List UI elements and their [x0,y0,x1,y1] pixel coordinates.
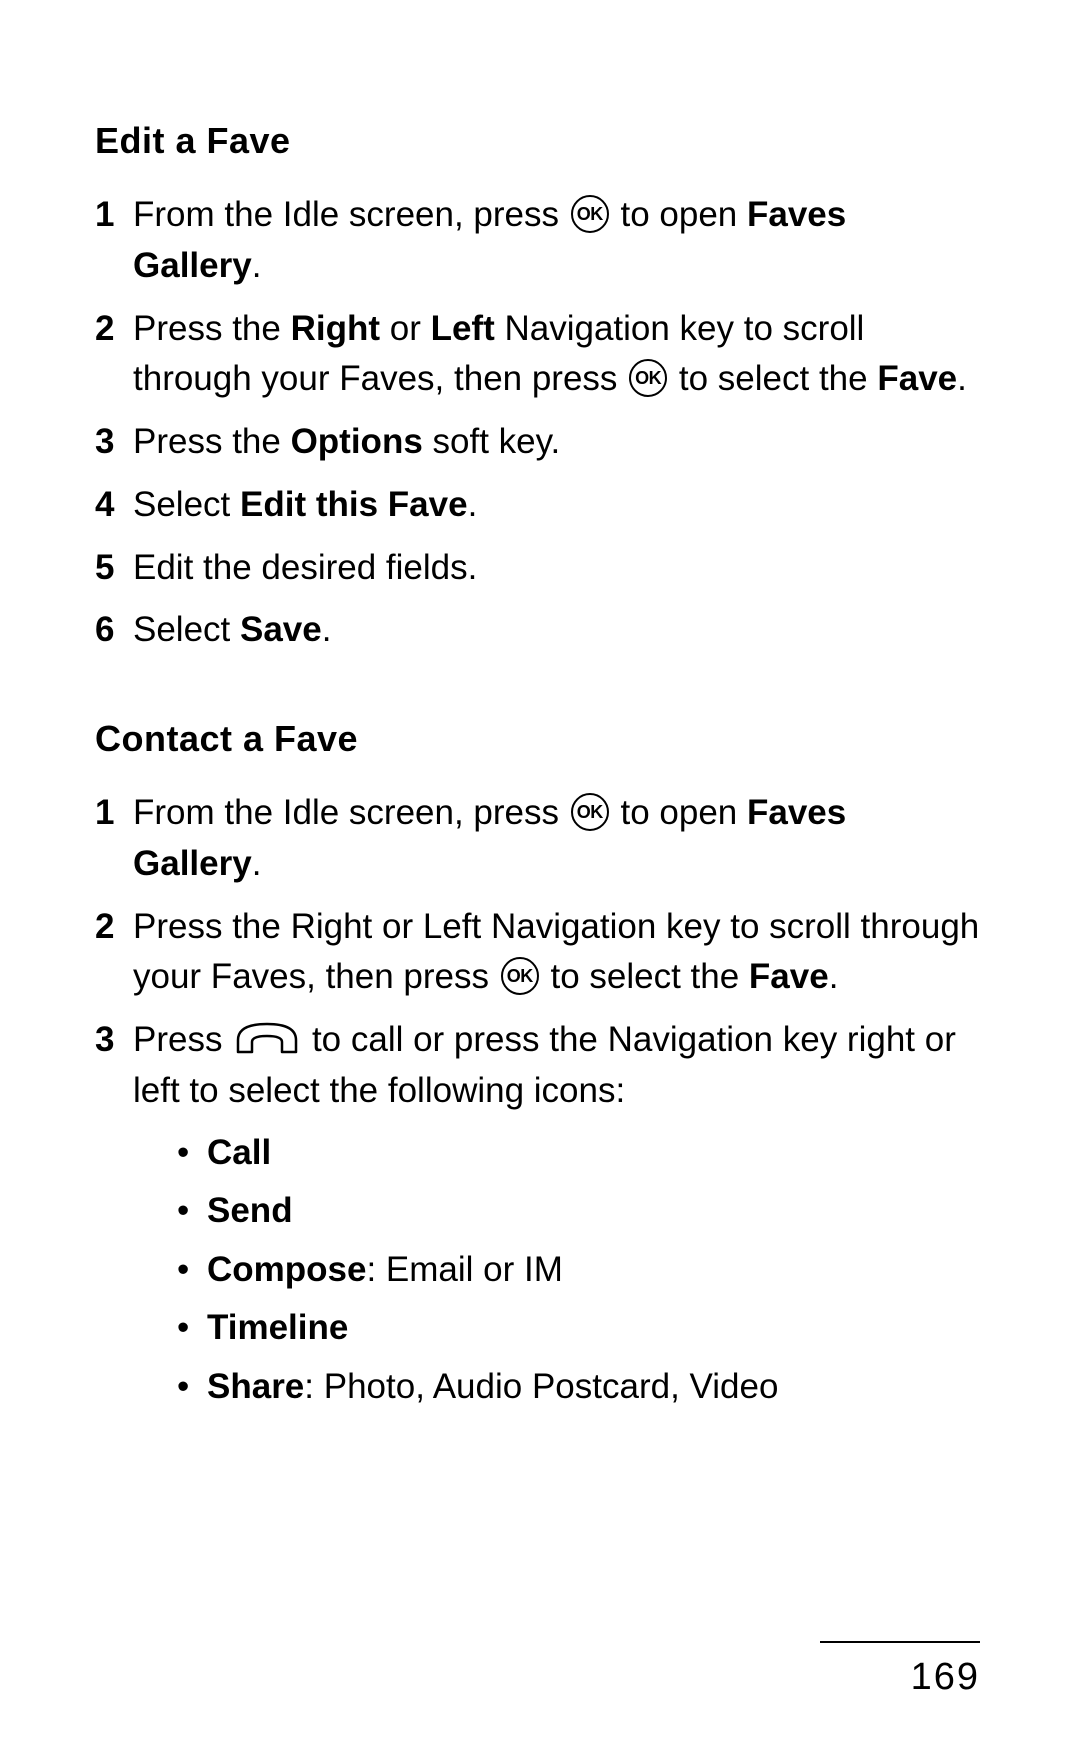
text: to open [620,195,747,234]
text: . [468,485,478,524]
text-bold: Fave [749,957,829,996]
text-bold: Call [207,1133,271,1172]
text: From the Idle screen, press [133,793,569,832]
step-2: Press the Right or Left Navigation key t… [95,902,980,1004]
step-3: Press the Options soft key. [95,417,980,468]
text: : Email or IM [366,1250,562,1289]
list-item: Compose: Email or IM [177,1244,980,1297]
text: : Photo, Audio Postcard, Video [304,1367,778,1406]
text: to select the [679,359,877,398]
heading-contact-a-fave: Contact a Fave [95,718,980,760]
handset-send-key-icon [234,1018,300,1058]
list-item: Send [177,1185,980,1238]
text-bold: Timeline [207,1308,348,1347]
steps-contact-a-fave: From the Idle screen, press OK to open F… [95,788,980,1413]
text-bold: Left [431,309,495,348]
text: soft key. [423,422,560,461]
text: From the Idle screen, press [133,195,569,234]
step-3: Press to call or press the Navigation ke… [95,1015,980,1413]
step-1: From the Idle screen, press OK to open F… [95,788,980,890]
text-bold: Edit this Fave [240,485,468,524]
ok-button-icon-label: OK [577,205,603,223]
text: . [322,610,332,649]
text: to select the [550,957,748,996]
ok-button-icon-label: OK [577,803,603,821]
text-bold: Share [207,1367,304,1406]
text-bold: Send [207,1191,293,1230]
text: . [957,359,967,398]
step-2: Press the Right or Left Navigation key t… [95,304,980,406]
text-bold: Options [291,422,423,461]
list-item: Call [177,1127,980,1180]
ok-button-icon-label: OK [635,369,661,387]
ok-button-icon: OK [571,195,609,233]
text: Press [133,1020,232,1059]
text: Select [133,610,240,649]
text: Select [133,485,240,524]
list-item: Timeline [177,1302,980,1355]
step-1: From the Idle screen, press OK to open F… [95,190,980,292]
ok-button-icon: OK [629,359,667,397]
text-bold: Fave [877,359,957,398]
text: Press the [133,422,291,461]
page-number: 169 [911,1656,980,1699]
list-item: Share: Photo, Audio Postcard, Video [177,1361,980,1414]
text-bold: Right [291,309,380,348]
text: . [829,957,839,996]
step-5: Edit the desired fields. [95,543,980,594]
text: . [252,246,262,285]
text-bold: Compose [207,1250,366,1289]
text: . [252,844,262,883]
icon-options-list: Call Send Compose: Email or IM Timeline … [177,1127,980,1414]
steps-edit-a-fave: From the Idle screen, press OK to open F… [95,190,980,656]
text: to open [620,793,747,832]
step-4: Select Edit this Fave. [95,480,980,531]
step-6: Select Save. [95,605,980,656]
text: Press the [133,309,291,348]
ok-button-icon-label: OK [507,967,533,985]
text: or [380,309,431,348]
text: Edit the desired fields. [133,548,477,587]
manual-page: Edit a Fave From the Idle screen, press … [0,0,1080,1761]
ok-button-icon: OK [501,957,539,995]
text-bold: Save [240,610,322,649]
footer-rule [820,1641,980,1643]
ok-button-icon: OK [571,793,609,831]
heading-edit-a-fave: Edit a Fave [95,120,980,162]
